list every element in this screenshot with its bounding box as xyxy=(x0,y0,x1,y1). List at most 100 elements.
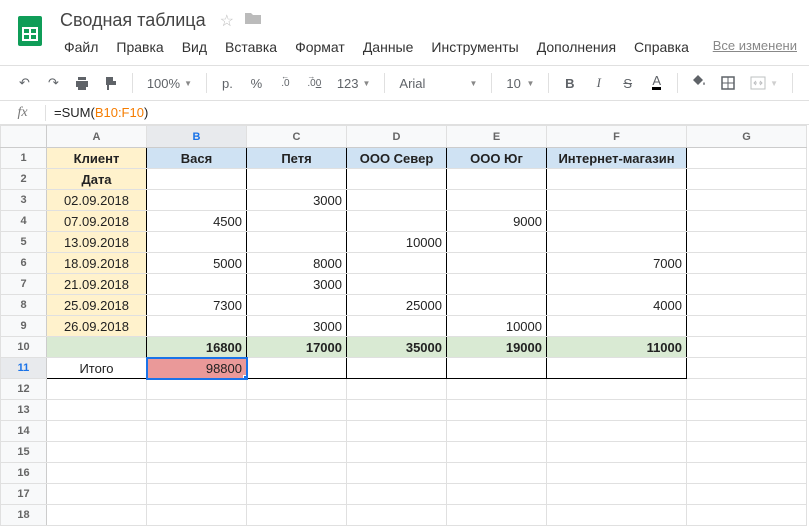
menu-help[interactable]: Справка xyxy=(626,35,697,59)
cell-c12[interactable] xyxy=(247,379,347,400)
cell-a9[interactable]: 26.09.2018 xyxy=(47,316,147,337)
redo-button[interactable]: ↷ xyxy=(41,70,66,96)
cell-c4[interactable] xyxy=(247,211,347,232)
menu-format[interactable]: Формат xyxy=(287,35,353,59)
cell-g9[interactable] xyxy=(687,316,807,337)
row-header-10[interactable]: 10 xyxy=(1,337,47,358)
cell-a8[interactable]: 25.09.2018 xyxy=(47,295,147,316)
cell-c15[interactable] xyxy=(247,442,347,463)
col-header-e[interactable]: E xyxy=(447,126,547,148)
cell-d9[interactable] xyxy=(347,316,447,337)
cell-c17[interactable] xyxy=(247,484,347,505)
cell-f13[interactable] xyxy=(547,400,687,421)
cell-e5[interactable] xyxy=(447,232,547,253)
changes-link[interactable]: Все изменени xyxy=(713,38,797,59)
cell-a18[interactable] xyxy=(47,505,147,526)
cell-f18[interactable] xyxy=(547,505,687,526)
cell-f9[interactable] xyxy=(547,316,687,337)
col-header-d[interactable]: D xyxy=(347,126,447,148)
cell-d16[interactable] xyxy=(347,463,447,484)
cell-g11[interactable] xyxy=(687,358,807,379)
cell-d11[interactable] xyxy=(347,358,447,379)
menu-file[interactable]: Файл xyxy=(56,35,106,59)
cell-d17[interactable] xyxy=(347,484,447,505)
menu-edit[interactable]: Правка xyxy=(108,35,171,59)
cell-d14[interactable] xyxy=(347,421,447,442)
more-formats-dropdown[interactable]: 123▼ xyxy=(331,70,377,96)
cell-f12[interactable] xyxy=(547,379,687,400)
cell-b4[interactable]: 4500 xyxy=(147,211,247,232)
cell-g12[interactable] xyxy=(687,379,807,400)
increase-decimal-button[interactable]: .00→ xyxy=(302,70,327,96)
col-header-f[interactable]: F xyxy=(547,126,687,148)
cell-c8[interactable] xyxy=(247,295,347,316)
cell-d18[interactable] xyxy=(347,505,447,526)
col-header-a[interactable]: A xyxy=(47,126,147,148)
menu-view[interactable]: Вид xyxy=(174,35,215,59)
format-percent-button[interactable]: % xyxy=(244,70,269,96)
row-header-2[interactable]: 2 xyxy=(1,169,47,190)
cell-g13[interactable] xyxy=(687,400,807,421)
cell-b2[interactable] xyxy=(147,169,247,190)
cell-c3[interactable]: 3000 xyxy=(247,190,347,211)
folder-icon[interactable] xyxy=(244,11,262,30)
cell-a14[interactable] xyxy=(47,421,147,442)
italic-button[interactable]: I xyxy=(586,70,611,96)
cell-f7[interactable] xyxy=(547,274,687,295)
menu-addons[interactable]: Дополнения xyxy=(529,35,624,59)
cell-d15[interactable] xyxy=(347,442,447,463)
row-header-5[interactable]: 5 xyxy=(1,232,47,253)
selection-handle[interactable] xyxy=(243,375,247,379)
cell-e11[interactable] xyxy=(447,358,547,379)
cell-c13[interactable] xyxy=(247,400,347,421)
row-header-14[interactable]: 14 xyxy=(1,421,47,442)
cell-g17[interactable] xyxy=(687,484,807,505)
cell-e18[interactable] xyxy=(447,505,547,526)
cell-a4[interactable]: 07.09.2018 xyxy=(47,211,147,232)
row-header-18[interactable]: 18 xyxy=(1,505,47,526)
cell-g8[interactable] xyxy=(687,295,807,316)
cell-f1[interactable]: Интернет-магазин xyxy=(547,148,687,169)
bold-button[interactable]: B xyxy=(557,70,582,96)
cell-c16[interactable] xyxy=(247,463,347,484)
cell-a17[interactable] xyxy=(47,484,147,505)
cell-f8[interactable]: 4000 xyxy=(547,295,687,316)
cell-b3[interactable] xyxy=(147,190,247,211)
cell-g7[interactable] xyxy=(687,274,807,295)
text-color-button[interactable]: A xyxy=(644,70,669,96)
row-header-9[interactable]: 9 xyxy=(1,316,47,337)
cell-d13[interactable] xyxy=(347,400,447,421)
row-header-11[interactable]: 11 xyxy=(1,358,47,379)
cell-e3[interactable] xyxy=(447,190,547,211)
cell-g2[interactable] xyxy=(687,169,807,190)
cell-a1[interactable]: Клиент xyxy=(47,148,147,169)
cell-b16[interactable] xyxy=(147,463,247,484)
cell-b8[interactable]: 7300 xyxy=(147,295,247,316)
row-header-17[interactable]: 17 xyxy=(1,484,47,505)
cell-g15[interactable] xyxy=(687,442,807,463)
row-header-8[interactable]: 8 xyxy=(1,295,47,316)
cell-b10[interactable]: 16800 xyxy=(147,337,247,358)
cell-e16[interactable] xyxy=(447,463,547,484)
cell-e7[interactable] xyxy=(447,274,547,295)
cell-a3[interactable]: 02.09.2018 xyxy=(47,190,147,211)
cell-a13[interactable] xyxy=(47,400,147,421)
cell-f2[interactable] xyxy=(547,169,687,190)
cell-b14[interactable] xyxy=(147,421,247,442)
cell-b5[interactable] xyxy=(147,232,247,253)
select-all-corner[interactable] xyxy=(1,126,47,148)
cell-f3[interactable] xyxy=(547,190,687,211)
cell-f6[interactable]: 7000 xyxy=(547,253,687,274)
cell-a10[interactable] xyxy=(47,337,147,358)
cell-c18[interactable] xyxy=(247,505,347,526)
cell-f10[interactable]: 11000 xyxy=(547,337,687,358)
cell-a6[interactable]: 18.09.2018 xyxy=(47,253,147,274)
cell-f17[interactable] xyxy=(547,484,687,505)
row-header-15[interactable]: 15 xyxy=(1,442,47,463)
cell-e1[interactable]: ООО Юг xyxy=(447,148,547,169)
cell-g14[interactable] xyxy=(687,421,807,442)
cell-e12[interactable] xyxy=(447,379,547,400)
cell-b13[interactable] xyxy=(147,400,247,421)
cell-c9[interactable]: 3000 xyxy=(247,316,347,337)
cell-a16[interactable] xyxy=(47,463,147,484)
